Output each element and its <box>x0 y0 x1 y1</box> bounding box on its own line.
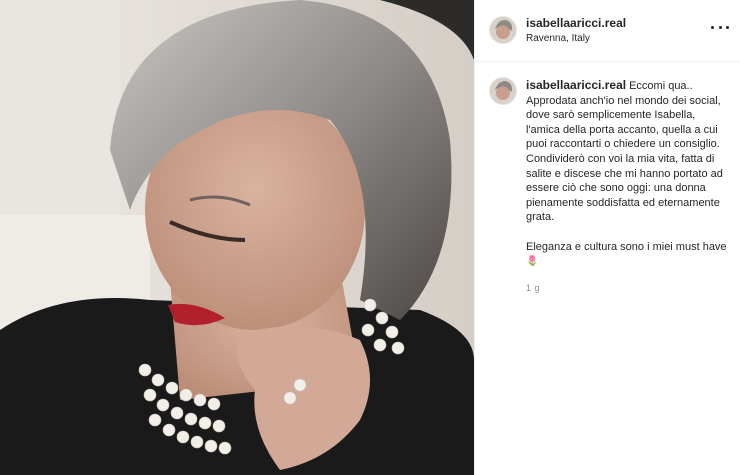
caption-username-link[interactable]: isabellaaricci.real <box>526 78 626 92</box>
post-timestamp[interactable]: 1 g <box>526 283 540 293</box>
caption-avatar[interactable] <box>489 77 517 105</box>
post-photo[interactable] <box>0 0 474 475</box>
caption-text: Eccomi qua.. Approdata anch'io nel mondo… <box>526 80 727 253</box>
portrait-image <box>0 0 474 475</box>
post-sidebar: isabellaaricci.real Ravenna, Italy isabe… <box>474 0 740 475</box>
username-link[interactable]: isabellaaricci.real <box>526 16 626 30</box>
post-header: isabellaaricci.real Ravenna, Italy <box>475 0 740 62</box>
post-caption: isabellaaricci.real Eccomi qua.. Approdat… <box>526 78 731 270</box>
tulip-emoji: 🌷 <box>526 256 539 268</box>
more-options-icon[interactable] <box>711 20 729 34</box>
avatar[interactable] <box>489 16 517 44</box>
location-link[interactable]: Ravenna, Italy <box>526 33 590 44</box>
